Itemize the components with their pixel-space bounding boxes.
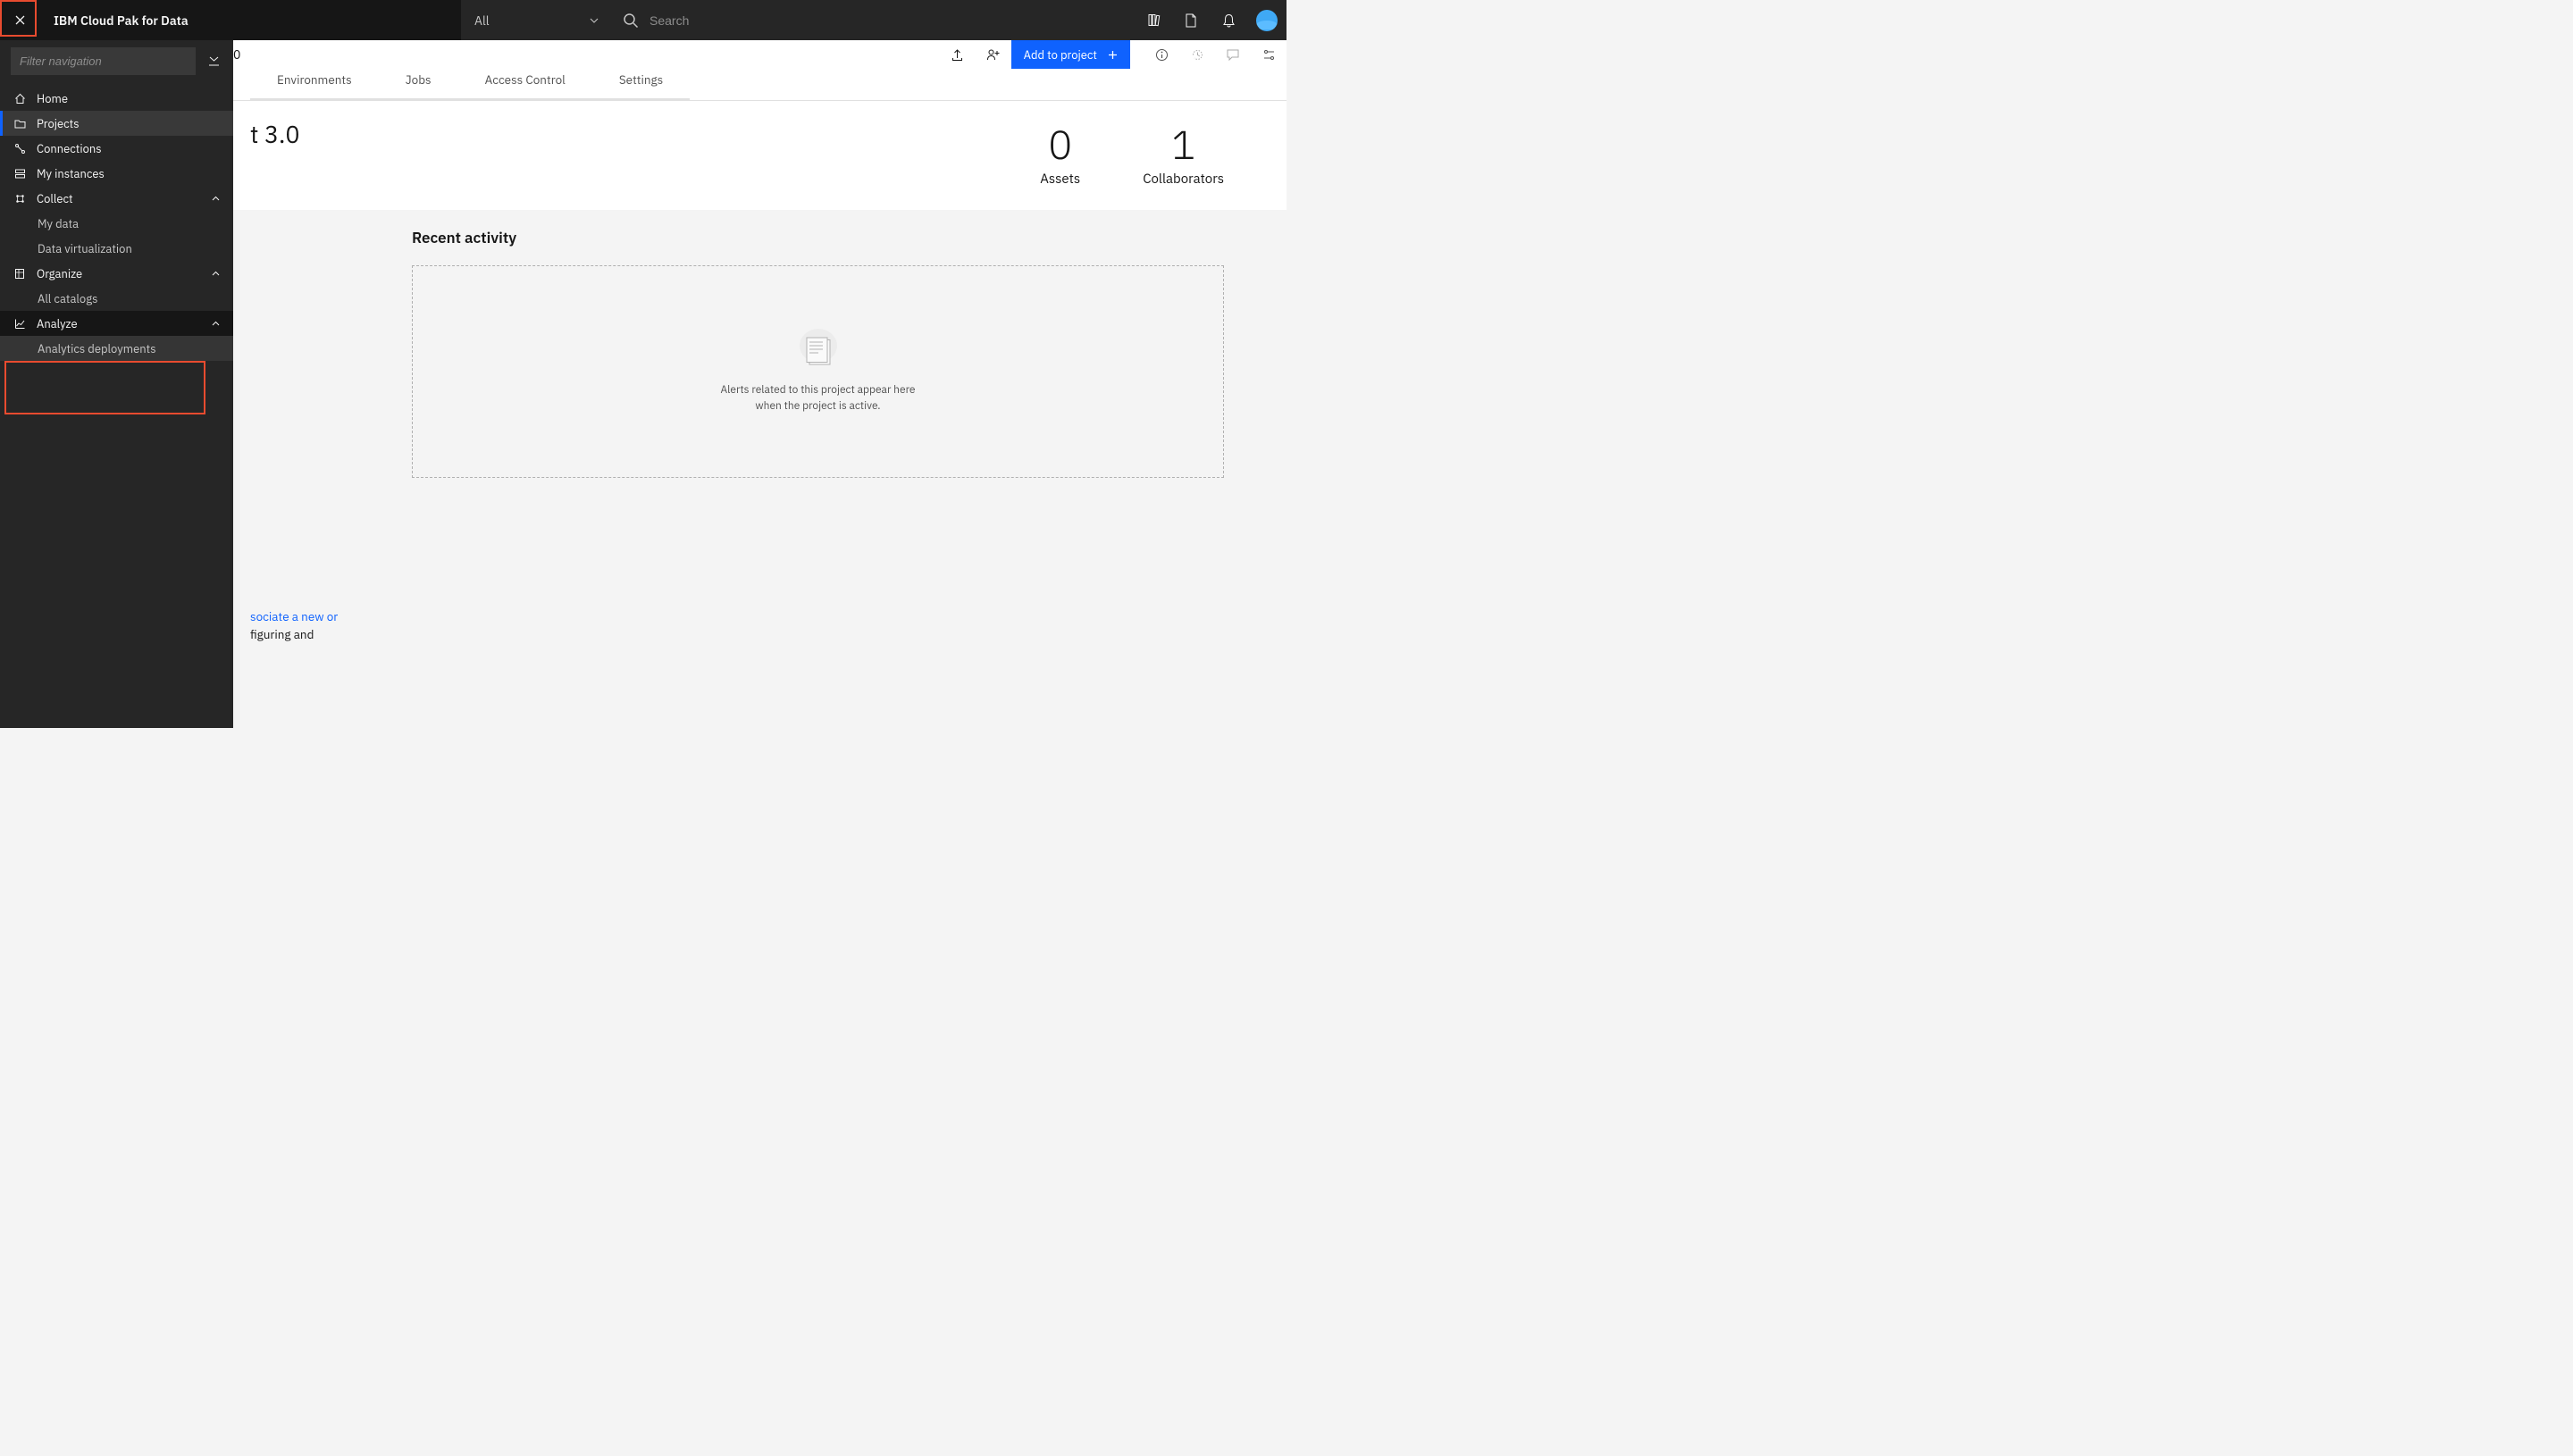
nav-label: All catalogs xyxy=(38,291,97,306)
notifications-button[interactable] xyxy=(1210,0,1247,40)
sidebar-item-analytics-deployments[interactable]: Analytics deployments xyxy=(0,336,233,361)
sidebar-item-collect[interactable]: Collect xyxy=(0,186,233,211)
collapse-icon xyxy=(207,55,221,67)
connections-icon xyxy=(14,143,26,155)
breadcrumb-suffix: 0 xyxy=(233,46,240,63)
add-collaborator-button[interactable] xyxy=(976,40,1011,69)
info-button[interactable] xyxy=(1144,40,1179,69)
home-icon xyxy=(14,93,26,105)
stat-collaborators-value: 1 xyxy=(1171,119,1195,171)
sidebar-item-data-virtualization[interactable]: Data virtualization xyxy=(0,236,233,261)
tab-settings[interactable]: Settings xyxy=(592,68,690,100)
scope-selector[interactable]: All xyxy=(461,0,612,40)
associate-text: sociate a new or figuring and xyxy=(250,607,349,644)
sidebar-item-connections[interactable]: Connections xyxy=(0,136,233,161)
below-right-panel: Recent activity Alerts related to this p… xyxy=(367,210,1286,662)
stat-assets-value: 0 xyxy=(1048,119,1072,171)
nav-close-button[interactable] xyxy=(0,0,40,40)
annotation-highlight-analyze xyxy=(4,361,205,414)
export-icon xyxy=(951,48,964,62)
sidebar-item-home[interactable]: Home xyxy=(0,86,233,111)
collapse-all-button[interactable] xyxy=(205,53,222,71)
toolbar-right-icons xyxy=(1130,40,1286,69)
document-icon-button[interactable] xyxy=(1172,0,1210,40)
nav-label: Home xyxy=(37,91,68,106)
nav-label: Connections xyxy=(37,141,102,156)
stat-assets: 0 Assets xyxy=(1040,119,1080,188)
add-to-project-label: Add to project xyxy=(1024,47,1097,63)
filter-navigation-input[interactable] xyxy=(11,47,196,75)
activity-empty-box: Alerts related to this project appear he… xyxy=(412,265,1224,478)
sidebar-item-my-data[interactable]: My data xyxy=(0,211,233,236)
tab-environments[interactable]: Environments xyxy=(250,68,379,100)
sidebar-item-all-catalogs[interactable]: All catalogs xyxy=(0,286,233,311)
associate-tail: figuring and xyxy=(250,626,314,642)
activity-empty-text: Alerts related to this project appear he… xyxy=(720,382,915,414)
search-icon xyxy=(623,13,639,29)
stat-collaborators: 1 Collaborators xyxy=(1143,119,1224,188)
chevron-up-icon xyxy=(212,196,220,201)
search-area[interactable] xyxy=(612,0,1135,40)
user-plus-icon xyxy=(986,48,1001,62)
organize-icon xyxy=(14,268,25,280)
stat-assets-label: Assets xyxy=(1040,171,1080,188)
scope-label: All xyxy=(474,13,490,29)
info-icon xyxy=(1155,48,1169,62)
app-title: IBM Cloud Pak for Data xyxy=(54,13,189,29)
top-header: IBM Cloud Pak for Data All xyxy=(0,0,1286,40)
user-avatar[interactable] xyxy=(1256,10,1278,31)
sidebar-filter-row xyxy=(0,40,233,86)
tab-access-control[interactable]: Access Control xyxy=(458,68,592,100)
catalog-icon xyxy=(1147,13,1161,27)
nav-label: Data virtualization xyxy=(38,241,132,256)
nav-label: Analyze xyxy=(37,316,78,331)
empty-activity-icon xyxy=(796,329,841,369)
nav-label: Collect xyxy=(37,191,73,206)
sidebar-item-projects[interactable]: Projects xyxy=(0,111,233,136)
analyze-icon xyxy=(14,318,26,330)
nav-label: Projects xyxy=(37,116,80,131)
project-title-suffix: t 3.0 xyxy=(250,119,1040,150)
close-icon xyxy=(13,13,27,27)
nav-label: Organize xyxy=(37,266,82,281)
chevron-up-icon xyxy=(212,271,220,276)
chat-icon xyxy=(1226,48,1240,61)
export-button[interactable] xyxy=(940,40,976,69)
chevron-down-icon xyxy=(590,18,599,23)
search-input[interactable] xyxy=(650,13,1124,28)
history-icon xyxy=(1191,48,1204,62)
header-icon-group xyxy=(1135,0,1286,40)
sidebar-item-my-instances[interactable]: My instances xyxy=(0,161,233,186)
tab-jobs[interactable]: Jobs xyxy=(379,68,458,100)
sliders-icon xyxy=(1262,48,1276,62)
chevron-up-icon xyxy=(212,321,220,326)
bell-icon xyxy=(1222,13,1236,28)
nav-label: Analytics deployments xyxy=(38,341,156,356)
sidebar-item-analyze[interactable]: Analyze xyxy=(0,311,233,336)
comments-button[interactable] xyxy=(1215,40,1251,69)
sidebar-item-organize[interactable]: Organize xyxy=(0,261,233,286)
associate-link[interactable]: sociate a new or xyxy=(250,608,338,624)
settings-button[interactable] xyxy=(1251,40,1286,69)
add-to-project-button[interactable]: Add to project xyxy=(1011,40,1130,69)
catalog-icon-button[interactable] xyxy=(1135,0,1172,40)
document-icon xyxy=(1185,13,1197,28)
history-button[interactable] xyxy=(1179,40,1215,69)
stat-collaborators-label: Collaborators xyxy=(1143,171,1224,188)
collect-icon xyxy=(14,193,26,205)
sidebar: Home Projects Connections My instances C… xyxy=(0,40,233,728)
nav-label: My data xyxy=(38,216,79,231)
instances-icon xyxy=(14,168,26,180)
nav-label: My instances xyxy=(37,166,105,181)
hero-stats: 0 Assets 1 Collaborators xyxy=(1040,119,1224,188)
folder-icon xyxy=(14,119,26,129)
recent-activity-title: Recent activity xyxy=(412,228,1224,247)
plus-icon xyxy=(1108,50,1118,60)
